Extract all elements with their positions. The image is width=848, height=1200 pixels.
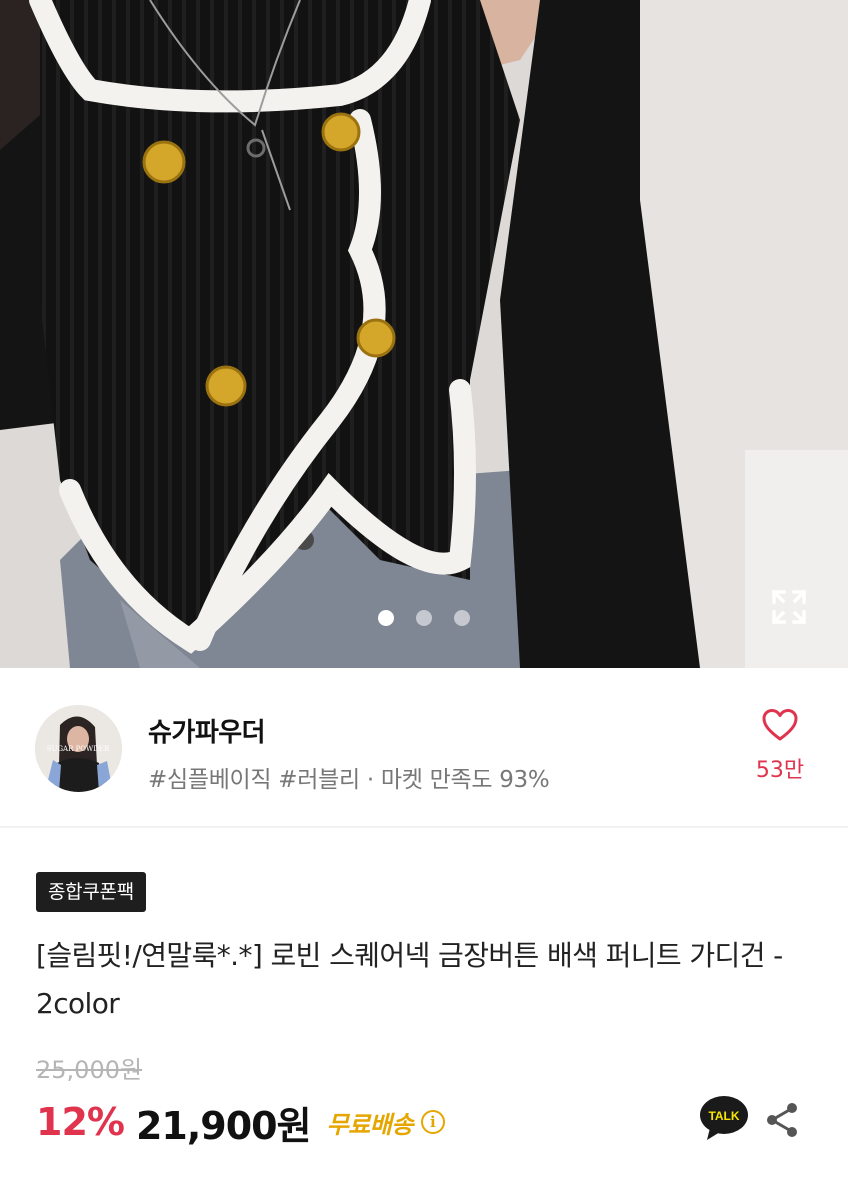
kakao-talk-button[interactable]: TALK bbox=[698, 1094, 750, 1142]
like-count: 53만 bbox=[755, 758, 805, 783]
gallery-dot-2[interactable] bbox=[416, 610, 432, 626]
info-icon[interactable]: i bbox=[420, 1110, 445, 1134]
gallery-dot-1[interactable] bbox=[378, 610, 394, 626]
share-icon bbox=[767, 1103, 797, 1137]
share-button[interactable] bbox=[764, 1102, 800, 1138]
talk-label: TALK bbox=[708, 1109, 739, 1123]
shop-avatar[interactable]: SUGAR POWDER bbox=[35, 705, 122, 792]
coupon-badge: 종합쿠폰팩 bbox=[36, 872, 146, 912]
sale-price: 21,900원 bbox=[135, 1103, 312, 1148]
shop-info-row: SUGAR POWDER 슈가파우더 #심플베이직 #러블리 · 마켓 만족도 … bbox=[0, 668, 848, 828]
like-button[interactable]: 53만 bbox=[750, 708, 810, 798]
expand-icon[interactable] bbox=[770, 588, 808, 626]
avatar-logo-text: SUGAR POWDER bbox=[47, 745, 110, 753]
free-shipping-label: 무료배송 bbox=[326, 1110, 414, 1139]
gallery-dot-3[interactable] bbox=[454, 610, 470, 626]
heart-icon bbox=[762, 709, 798, 741]
product-photo bbox=[0, 0, 848, 668]
original-price: 25,000원 bbox=[36, 1056, 143, 1084]
shop-name[interactable]: 슈가파우더 bbox=[148, 712, 266, 749]
product-title: [슬림핏!/연말룩*.*] 로빈 스퀘어넥 금장버튼 배색 퍼니트 가디건 - … bbox=[36, 939, 783, 1020]
talk-icon: TALK bbox=[700, 1096, 748, 1140]
product-image-gallery[interactable] bbox=[0, 0, 848, 668]
shop-tags: #심플베이직 #러블리 · 마켓 만족도 93% bbox=[148, 767, 550, 793]
price-row: 12% 21,900원 무료배송 i bbox=[36, 1096, 445, 1148]
discount-rate: 12% bbox=[36, 1100, 125, 1144]
gallery-pagination bbox=[0, 610, 848, 626]
